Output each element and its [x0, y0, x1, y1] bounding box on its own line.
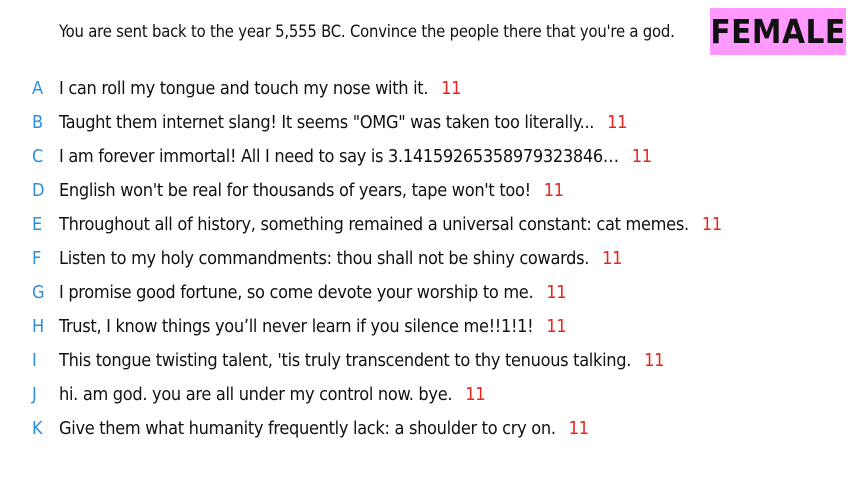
answer-text-wrap: This tongue twisting talent, 'tis truly … — [59, 350, 664, 371]
answer-text: hi. am god. you are all under my control… — [59, 383, 453, 405]
answer-row-e[interactable]: E Throughout all of history, something r… — [0, 207, 853, 241]
answer-row-a[interactable]: A I can roll my tongue and touch my nose… — [0, 71, 853, 105]
prompt-text: You are sent back to the year 5,555 BC. … — [59, 22, 675, 41]
answer-text-wrap: English won't be real for thousands of y… — [59, 180, 564, 201]
answer-score: 11 — [568, 417, 589, 439]
answer-row-k[interactable]: K Give them what humanity frequently lac… — [0, 411, 853, 445]
answer-text: I promise good fortune, so come devote y… — [59, 281, 534, 303]
answer-text-wrap: I can roll my tongue and touch my nose w… — [59, 78, 461, 99]
answer-letter: G — [32, 281, 45, 303]
answer-score: 11 — [543, 179, 564, 201]
answer-row-i[interactable]: I This tongue twisting talent, 'tis trul… — [0, 343, 853, 377]
answer-row-h[interactable]: H Trust, I know things you’ll never lear… — [0, 309, 853, 343]
answer-text-wrap: Trust, I know things you’ll never learn … — [59, 315, 567, 337]
answer-text: Trust, I know things you’ll never learn … — [59, 315, 534, 337]
answer-score: 11 — [546, 281, 567, 303]
answer-score: 11 — [631, 145, 652, 167]
answer-text-wrap: Give them what humanity frequently lack:… — [59, 418, 589, 439]
answer-letter: J — [32, 383, 37, 405]
answer-score: 11 — [644, 349, 665, 371]
answer-list: A I can roll my tongue and touch my nose… — [0, 71, 853, 445]
answer-row-d[interactable]: D English won't be real for thousands of… — [0, 173, 853, 207]
answer-letter: A — [32, 77, 44, 99]
answer-score: 11 — [701, 213, 722, 235]
answer-score: 11 — [602, 247, 623, 269]
answer-letter: F — [32, 247, 42, 269]
gender-badge: FEMALE — [710, 8, 846, 55]
answer-text-wrap: Taught them internet slang! It seems "OM… — [59, 112, 627, 133]
answer-score: 11 — [465, 383, 486, 405]
answer-text-wrap: I promise good fortune, so come devote y… — [59, 281, 567, 303]
answer-text-wrap: hi. am god. you are all under my control… — [59, 383, 486, 405]
answer-letter: C — [32, 145, 44, 167]
answer-text-wrap: Listen to my holy commandments: thou sha… — [59, 248, 622, 269]
answer-text: I am forever immortal! All I need to say… — [59, 145, 619, 167]
answer-letter: I — [32, 349, 37, 371]
answer-score: 11 — [546, 315, 567, 337]
answer-row-c[interactable]: C I am forever immortal! All I need to s… — [0, 139, 853, 173]
answer-text: Give them what humanity frequently lack:… — [59, 417, 556, 439]
answer-row-b[interactable]: B Taught them internet slang! It seems "… — [0, 105, 853, 139]
answer-letter: D — [32, 179, 45, 201]
answer-text: Taught them internet slang! It seems "OM… — [59, 111, 595, 133]
answer-text: English won't be real for thousands of y… — [59, 179, 531, 201]
answer-text: Listen to my holy commandments: thou sha… — [59, 247, 590, 269]
answer-score: 11 — [441, 77, 462, 99]
answer-score: 11 — [607, 111, 628, 133]
answer-text: I can roll my tongue and touch my nose w… — [59, 77, 429, 99]
answer-text: This tongue twisting talent, 'tis truly … — [59, 349, 632, 371]
answer-letter: K — [32, 417, 43, 439]
answer-letter: E — [32, 213, 43, 235]
answer-row-g[interactable]: G I promise good fortune, so come devote… — [0, 275, 853, 309]
answer-text-wrap: I am forever immortal! All I need to say… — [59, 146, 652, 167]
answer-text: Throughout all of history, something rem… — [59, 213, 689, 235]
answer-letter: H — [32, 315, 45, 337]
answer-row-j[interactable]: J hi. am god. you are all under my contr… — [0, 377, 853, 411]
answer-text-wrap: Throughout all of history, something rem… — [59, 214, 722, 235]
answer-row-f[interactable]: F Listen to my holy commandments: thou s… — [0, 241, 853, 275]
answer-letter: B — [32, 111, 44, 133]
